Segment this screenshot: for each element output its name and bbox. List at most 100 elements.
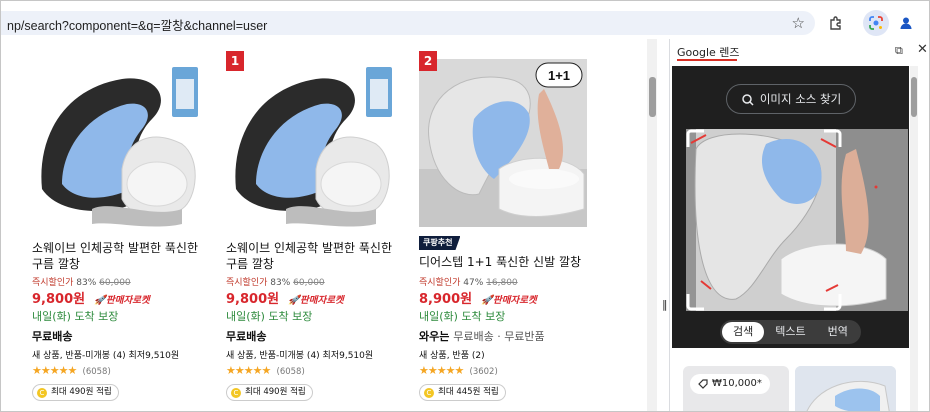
reward-point-badge: C 최대 445원 적립	[419, 384, 506, 401]
original-price: 16,800	[486, 278, 518, 288]
rocket-delivery-badge: 🚀판매자로켓	[94, 295, 150, 306]
price-row: 8,900원 🚀판매자로켓	[419, 288, 537, 307]
shipping-extra: 무료배송 · 무료반품	[453, 330, 545, 343]
delivery-promise: 내일(화) 도착 보장	[419, 310, 506, 323]
reward-point-text: 최대 445원 적립	[438, 387, 499, 397]
reward-point-badge: C 최대 490원 적립	[32, 384, 119, 401]
rocket-label: 판매자로켓	[493, 295, 537, 306]
bookmark-star-icon[interactable]: ☆	[792, 14, 805, 32]
panel-scrollbar-thumb[interactable]	[911, 77, 917, 117]
browser-toolbar: np/search?component=&q=깔창&channel=user ☆	[1, 1, 929, 39]
rocket-label: 판매자로켓	[300, 295, 344, 306]
review-count: (6058)	[276, 367, 305, 377]
product-card[interactable]: 1 소웨이브 인체공학 발편한 푹신한 구름 깔창 즉시할인가 83% 60,0…	[226, 39, 402, 411]
rating: ★★★★★ (6058)	[32, 364, 111, 377]
product-grid: 소웨이브 인체공학 발편한 푹신한 구름 깔창 즉시할인가 83% 60,000…	[1, 39, 661, 411]
discount-info: 즉시할인가 83% 60,000	[226, 275, 325, 288]
product-title[interactable]: 디어스텝 1+1 푹신한 신발 깔창	[419, 254, 595, 270]
open-new-tab-icon[interactable]: ⧉	[895, 44, 903, 58]
sale-price: 9,800원	[32, 292, 86, 307]
find-image-source-label: 이미지 소스 찾기	[759, 92, 842, 106]
google-lens-icon[interactable]	[863, 10, 889, 36]
lens-selection-image[interactable]	[686, 129, 908, 311]
original-price: 60,000	[293, 278, 325, 288]
coupang-pick-badge: 쿠팡추천	[419, 236, 461, 250]
lens-result-card[interactable]	[795, 366, 896, 411]
coin-icon: C	[424, 388, 434, 398]
tab-translate[interactable]: 번역	[817, 322, 859, 342]
product-card[interactable]: 소웨이브 인체공학 발편한 푹신한 구름 깔창 즉시할인가 83% 60,000…	[32, 39, 208, 411]
discount-percent: 83%	[270, 278, 291, 288]
panel-resize-handle[interactable]: ‖	[662, 298, 668, 311]
sale-price: 8,900원	[419, 292, 473, 307]
reward-point-badge: C 최대 490원 적립	[226, 384, 313, 401]
star-rating-icon: ★★★★★	[419, 364, 464, 377]
stock-info[interactable]: 새 상품, 반품-미개봉 (4) 최저9,510원	[32, 348, 179, 361]
panel-title: Google 렌즈	[677, 46, 740, 59]
page-scrollbar-thumb[interactable]	[649, 77, 656, 117]
product-image-insole-gray[interactable]: 1+1	[419, 59, 587, 227]
profile-avatar-icon[interactable]	[895, 12, 917, 34]
close-panel-icon[interactable]: ✕	[917, 42, 928, 57]
price-row: 9,800원 🚀판매자로켓	[32, 288, 150, 307]
discount-label: 즉시할인가	[419, 278, 461, 288]
product-card[interactable]: 2 1+1 쿠팡추천 디어스텝 1+1 푹신한 신발 깔창 즉시할인가 47% …	[419, 39, 595, 411]
rank-badge: 2	[419, 51, 437, 71]
discount-info: 즉시할인가 83% 60,000	[32, 275, 131, 288]
url-text[interactable]: np/search?component=&q=깔창&channel=user	[7, 15, 267, 34]
shipping-label: 무료배송	[226, 330, 267, 343]
price-tag-icon	[698, 379, 708, 389]
shipping-info: 무료배송	[226, 328, 266, 344]
review-count: (3602)	[469, 367, 498, 377]
rating: ★★★★★ (3602)	[419, 364, 498, 377]
original-price: 60,000	[99, 278, 131, 288]
image-tag-label: 1+1	[548, 68, 570, 83]
shipping-info: 와우는 무료배송 · 무료반품	[419, 328, 545, 344]
lens-search-icon	[742, 93, 754, 106]
rank-badge: 1	[226, 51, 244, 71]
extensions-icon[interactable]	[825, 12, 847, 34]
rating: ★★★★★ (6058)	[226, 364, 305, 377]
delivery-promise: 내일(화) 도착 보장	[226, 310, 313, 323]
star-rating-icon: ★★★★★	[226, 364, 271, 377]
product-image-insole-black[interactable]	[32, 59, 202, 229]
product-title[interactable]: 소웨이브 인체공학 발편한 푹신한 구름 깔창	[32, 240, 208, 272]
discount-info: 즉시할인가 47% 16,800	[419, 275, 518, 288]
product-image-insole-black[interactable]	[226, 59, 396, 229]
rocket-delivery-badge: 🚀판매자로켓	[288, 295, 344, 306]
discount-label: 즉시할인가	[226, 278, 268, 288]
delivery-promise: 내일(화) 도착 보장	[32, 310, 119, 323]
find-image-source-button[interactable]: 이미지 소스 찾기	[726, 84, 856, 114]
review-count: (6058)	[82, 367, 111, 377]
rocket-label: 판매자로켓	[106, 295, 150, 306]
shipping-info: 무료배송	[32, 328, 72, 344]
lens-viewer: 이미지 소스 찾기 검색 텍스트 번역	[672, 66, 909, 348]
product-title[interactable]: 소웨이브 인체공학 발편한 푹신한 구름 깔창	[226, 240, 402, 272]
lens-mode-tabs: 검색 텍스트 번역	[720, 320, 861, 344]
tab-search[interactable]: 검색	[722, 322, 765, 342]
price-row: 9,800원 🚀판매자로켓	[226, 288, 344, 307]
title-underline	[677, 59, 737, 61]
coin-icon: C	[37, 388, 47, 398]
stock-info[interactable]: 새 상품, 반품-미개봉 (4) 최저9,510원	[226, 348, 373, 361]
discount-label: 즉시할인가	[32, 278, 74, 288]
star-rating-icon: ★★★★★	[32, 364, 77, 377]
reward-point-text: 최대 490원 적립	[245, 387, 306, 397]
discount-percent: 83%	[76, 278, 97, 288]
shipping-label: 무료배송	[32, 330, 73, 343]
discount-percent: 47%	[463, 278, 484, 288]
sale-price: 9,800원	[226, 292, 280, 307]
coin-icon: C	[231, 388, 241, 398]
result-price-chip: ₩10,000*	[690, 374, 770, 394]
browser-window: np/search?component=&q=깔창&channel=user ☆	[0, 0, 930, 412]
lens-result-card[interactable]: ₩10,000*	[683, 366, 789, 411]
reward-point-text: 최대 490원 적립	[51, 387, 112, 397]
google-lens-panel: Google 렌즈 ⧉ ✕ 이미지 소스 찾기 검색 텍스트 번역 ₩10,00…	[670, 39, 929, 411]
address-bar[interactable]: np/search?component=&q=깔창&channel=user ☆	[1, 11, 815, 35]
panel-scrollbar[interactable]	[910, 66, 918, 411]
result-price: ₩10,000*	[712, 378, 762, 389]
rocket-delivery-badge: 🚀판매자로켓	[481, 295, 537, 306]
stock-info[interactable]: 새 상품, 반품 (2)	[419, 348, 485, 361]
shipping-label: 와우는	[419, 330, 450, 343]
tab-text[interactable]: 텍스트	[764, 322, 816, 342]
